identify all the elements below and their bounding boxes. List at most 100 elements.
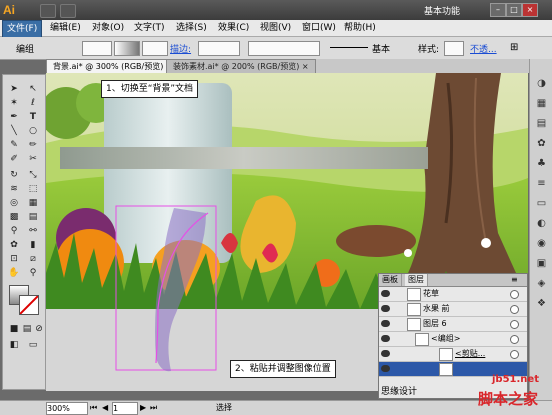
ellipse-tool-icon[interactable]: ○ xyxy=(25,125,41,137)
visibility-eye-icon[interactable] xyxy=(381,365,390,372)
tab-layers[interactable]: 图层 xyxy=(405,274,428,286)
swatches-icon[interactable]: ▤ xyxy=(534,117,549,131)
visibility-eye-icon[interactable] xyxy=(381,335,390,342)
graphic-style-picker[interactable] xyxy=(444,41,464,56)
pen-tool-icon[interactable]: ✒ xyxy=(6,111,22,123)
type-tool-icon[interactable]: T xyxy=(25,111,41,123)
stroke-color-swatch[interactable] xyxy=(19,295,39,315)
slice-tool-icon[interactable]: ⧄ xyxy=(25,253,41,265)
gradient-panel-icon[interactable]: ▭ xyxy=(534,197,549,211)
align-icon[interactable]: ⊞ xyxy=(510,42,518,53)
target-circle-icon[interactable] xyxy=(510,335,519,344)
tab-close-icon[interactable]: × xyxy=(302,62,309,71)
layer-row[interactable]: 花草 xyxy=(379,287,527,302)
menu-edit[interactable]: 编辑(E) xyxy=(46,20,85,36)
workspace-switcher[interactable]: 基本功能 xyxy=(424,4,460,17)
tab-decoration[interactable]: 装饰素材.ai* @ 200% (RGB/预览) × xyxy=(166,59,316,73)
visibility-eye-icon[interactable] xyxy=(381,320,390,327)
layer-row[interactable]: 水果 前 xyxy=(379,302,527,317)
eyedropper-icon[interactable]: ⚲ xyxy=(6,225,22,237)
menu-type[interactable]: 文字(T) xyxy=(130,20,169,36)
close-button[interactable]: × xyxy=(522,3,538,17)
none-mode-icon[interactable]: ⊘ xyxy=(31,323,47,335)
next-page-icon[interactable]: ▶ xyxy=(140,401,146,415)
panel-menu-icon[interactable]: ≡ xyxy=(511,274,518,286)
visibility-eye-icon[interactable] xyxy=(381,290,390,297)
last-page-icon[interactable]: ⏭ xyxy=(150,401,157,415)
stroke-swatch[interactable] xyxy=(142,41,168,56)
graph-tool-icon[interactable]: ▮ xyxy=(25,239,41,251)
layers-panel-icon[interactable]: ◈ xyxy=(534,277,549,291)
symbol-sprayer-icon[interactable]: ✿ xyxy=(6,239,22,251)
layer-name: 花草 xyxy=(423,289,439,298)
direct-selection-tool-icon[interactable]: ↖ xyxy=(25,83,41,95)
menu-window[interactable]: 窗口(W) xyxy=(298,20,340,36)
width-tool-icon[interactable]: ≋ xyxy=(6,183,22,195)
artboard-tool-icon[interactable]: ⊡ xyxy=(6,253,22,265)
scale-tool-icon[interactable]: ⤡ xyxy=(25,169,41,181)
arrange-icon[interactable] xyxy=(60,4,76,18)
stroke-label[interactable]: 描边: xyxy=(170,42,191,55)
stroke-panel-icon[interactable]: ≡ xyxy=(534,177,549,191)
color-guide-icon[interactable]: ▦ xyxy=(534,97,549,111)
target-circle-icon[interactable] xyxy=(510,320,519,329)
menu-object[interactable]: 对象(O) xyxy=(88,20,128,36)
menu-view[interactable]: 视图(V) xyxy=(256,20,295,36)
color-panel-icon[interactable]: ◑ xyxy=(534,77,549,91)
shape-builder-icon[interactable]: ◎ xyxy=(6,197,22,209)
layer-thumbnail xyxy=(439,363,453,376)
menu-select[interactable]: 选择(S) xyxy=(172,20,211,36)
opacity-label[interactable]: 不透... xyxy=(470,42,497,55)
target-circle-icon[interactable] xyxy=(510,350,519,359)
screen-mode-icon[interactable]: ▭ xyxy=(25,339,41,351)
paintbrush-icon[interactable]: ✎ xyxy=(6,139,22,151)
draw-mode-icon[interactable]: ◧ xyxy=(6,339,22,351)
stroke-weight-field[interactable] xyxy=(198,41,240,56)
blend-tool-icon[interactable]: ⚯ xyxy=(25,225,41,237)
appearance-icon[interactable]: ◉ xyxy=(534,237,549,251)
visibility-eye-icon[interactable] xyxy=(381,350,390,357)
gradient-swatch[interactable] xyxy=(114,41,140,56)
status-mode[interactable]: 选择 xyxy=(216,401,232,415)
layer-row[interactable]: <编组> xyxy=(379,332,527,347)
gradient-tool-icon[interactable]: ▤ xyxy=(25,211,41,223)
layer-row[interactable]: 图层 6 xyxy=(379,317,527,332)
target-circle-icon[interactable] xyxy=(510,305,519,314)
line-tool-icon[interactable]: ╲ xyxy=(6,125,22,137)
variable-width-select[interactable] xyxy=(248,41,320,56)
page-field[interactable]: 1 xyxy=(112,402,138,415)
maximize-button[interactable]: □ xyxy=(506,3,522,17)
blob-brush-icon[interactable]: ✐ xyxy=(6,153,22,165)
menu-file[interactable]: 文件(F) xyxy=(2,20,43,38)
brush-style-label[interactable]: 基本 xyxy=(372,42,390,55)
graphic-styles-icon[interactable]: ▣ xyxy=(534,257,549,271)
visibility-eye-icon[interactable] xyxy=(381,305,390,312)
tab-artboards[interactable]: 画板 xyxy=(379,274,402,286)
hand-tool-icon[interactable]: ✋ xyxy=(6,267,22,279)
lasso-icon[interactable]: ℓ xyxy=(25,97,41,109)
mesh-tool-icon[interactable]: ▩ xyxy=(6,211,22,223)
pencil-icon[interactable]: ✏ xyxy=(25,139,41,151)
bridge-icon[interactable] xyxy=(40,4,56,18)
zoom-field[interactable]: 300% xyxy=(46,402,88,415)
perspective-grid-icon[interactable]: ▦ xyxy=(25,197,41,209)
target-circle-icon[interactable] xyxy=(510,290,519,299)
symbols-icon[interactable]: ♣ xyxy=(534,157,549,171)
free-transform-icon[interactable]: ⬚ xyxy=(25,183,41,195)
selection-tool-icon[interactable]: ➤ xyxy=(6,83,22,95)
menu-help[interactable]: 帮助(H) xyxy=(340,20,380,36)
layer-row[interactable]: <剪贴... xyxy=(379,347,527,362)
artboards-icon[interactable]: ❖ xyxy=(534,297,549,311)
first-page-icon[interactable]: ⏮ xyxy=(90,401,97,415)
brushes-icon[interactable]: ✿ xyxy=(534,137,549,151)
transparency-icon[interactable]: ◐ xyxy=(534,217,549,231)
menu-effect[interactable]: 效果(C) xyxy=(214,20,253,36)
tab-background[interactable]: 背景.ai* @ 300% (RGB/预览) × xyxy=(46,59,180,73)
magic-wand-icon[interactable]: ✶ xyxy=(6,97,22,109)
rotate-tool-icon[interactable]: ↻ xyxy=(6,169,22,181)
eraser-icon[interactable]: ✂ xyxy=(25,153,41,165)
minimize-button[interactable]: – xyxy=(490,3,506,17)
zoom-tool-icon[interactable]: ⚲ xyxy=(25,267,41,279)
prev-page-icon[interactable]: ◀ xyxy=(102,401,108,415)
fill-swatch[interactable] xyxy=(82,41,112,56)
